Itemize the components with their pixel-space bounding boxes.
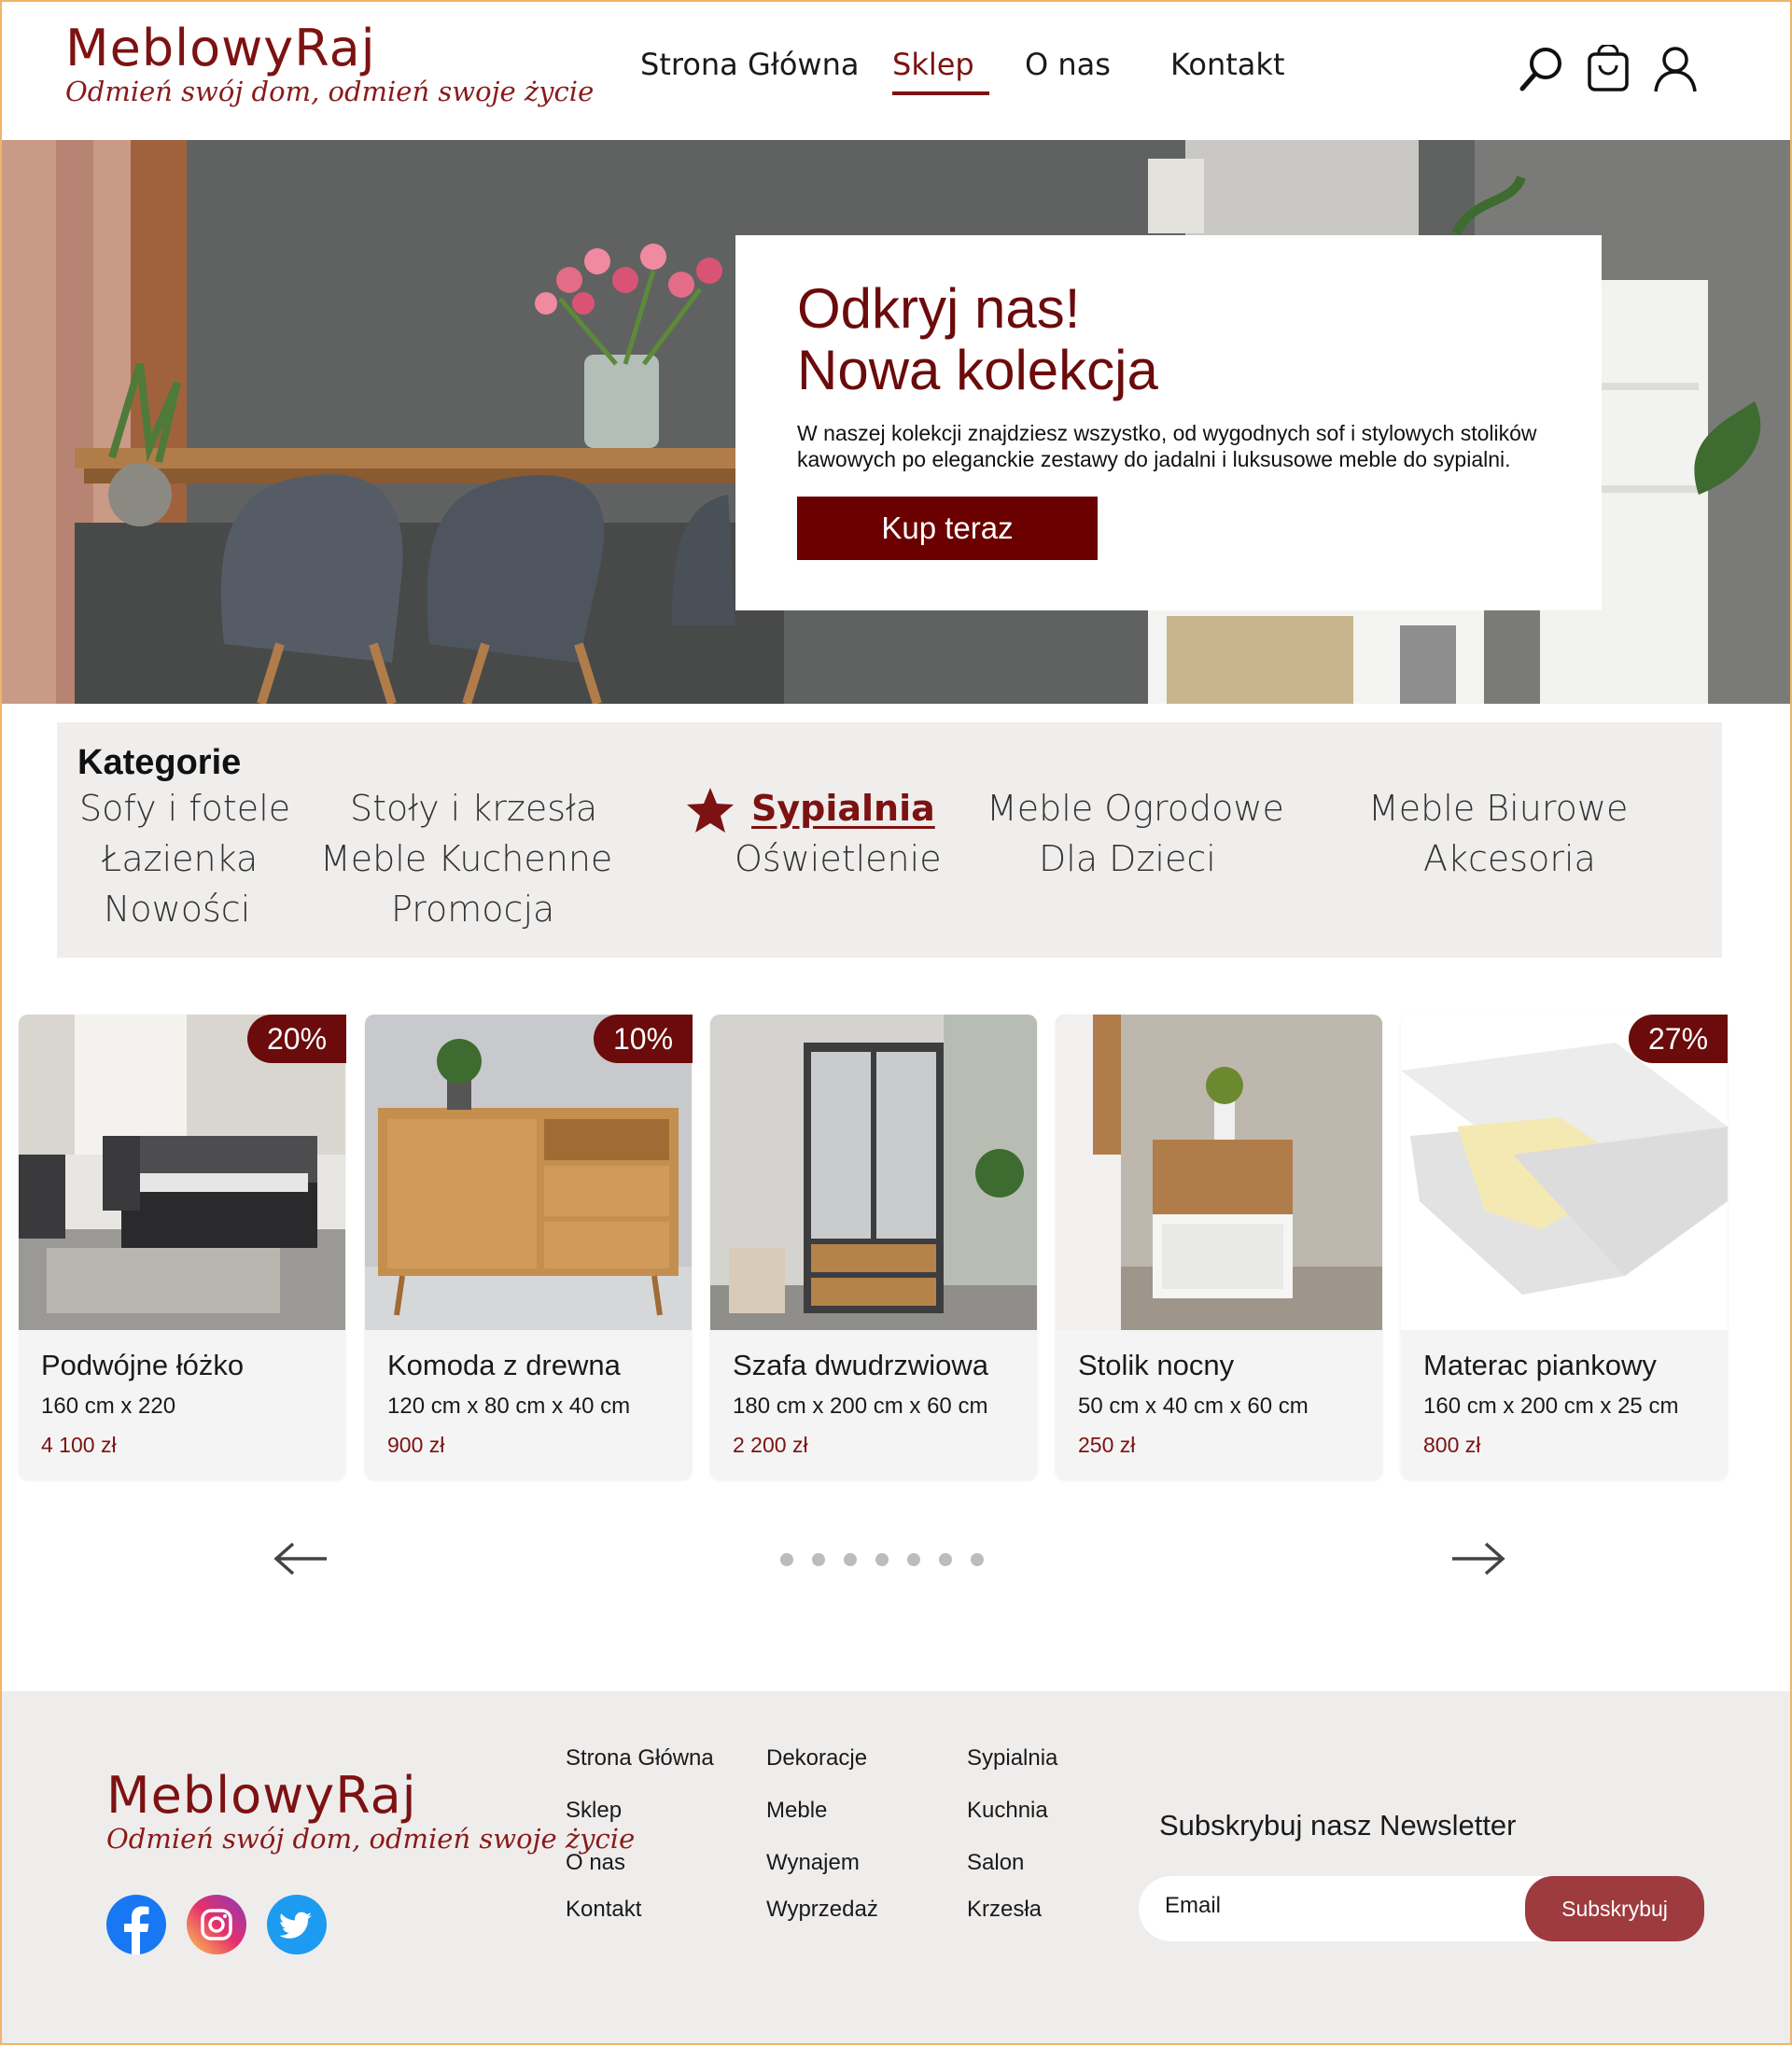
- nav-about[interactable]: O nas: [1025, 47, 1170, 90]
- footer-link-chairs[interactable]: Krzesła: [967, 1897, 1042, 1923]
- product-card-nightstand[interactable]: Stolik nocny 50 cm x 40 cm x 60 cm 250 z…: [1056, 1015, 1382, 1479]
- footer-link-rental[interactable]: Wynajem: [766, 1850, 860, 1876]
- category-kids[interactable]: Dla Dzieci: [1039, 838, 1216, 879]
- header: MeblowyRaj Odmień swój dom, odmień swoje…: [0, 0, 1792, 140]
- main-nav: Strona Główna Sklep O nas Kontakt: [640, 47, 1301, 90]
- facebook-icon[interactable]: [106, 1895, 166, 1954]
- category-bathroom[interactable]: Łazienka: [102, 838, 258, 879]
- product-price: 800 zł: [1423, 1433, 1481, 1457]
- buy-now-button[interactable]: Kup teraz: [797, 497, 1098, 560]
- categories-panel: Kategorie Sofy i fotele Stoły i krzesła …: [57, 722, 1722, 958]
- product-price: 900 zł: [387, 1433, 445, 1457]
- logo-name: MeblowyRaj: [65, 19, 376, 77]
- product-card-bed[interactable]: Podwójne łóżko 160 cm x 220 4 100 zł: [19, 1015, 345, 1479]
- nav-home[interactable]: Strona Główna: [640, 47, 892, 90]
- product-image-nightstand: [1056, 1015, 1382, 1330]
- category-kitchen[interactable]: Meble Kuchenne: [320, 838, 612, 879]
- nav-contact[interactable]: Kontakt: [1170, 47, 1301, 90]
- category-garden[interactable]: Meble Ogrodowe: [987, 788, 1284, 829]
- discount-badge: 10%: [594, 1015, 693, 1063]
- footer-link-bedroom[interactable]: Sypialnia: [967, 1745, 1057, 1772]
- category-lighting[interactable]: Oświetlenie: [735, 838, 942, 879]
- newsletter-title: Subskrybuj nasz Newsletter: [1159, 1809, 1517, 1842]
- newsletter-form: Subskrybuj: [1139, 1876, 1704, 1941]
- social-links: [106, 1895, 327, 1954]
- product-card-wardrobe[interactable]: Szafa dwudrzwiowa 180 cm x 200 cm x 60 c…: [710, 1015, 1037, 1479]
- product-name: Podwójne łóżko: [41, 1349, 245, 1381]
- footer-link-shop[interactable]: Sklep: [566, 1798, 622, 1824]
- footer-logo-name: MeblowyRaj: [106, 1766, 417, 1825]
- product-dimensions: 160 cm x 200 cm x 25 cm: [1423, 1394, 1679, 1419]
- category-bedroom[interactable]: Sypialnia: [751, 788, 935, 829]
- carousel-dot[interactable]: [812, 1553, 825, 1566]
- star-icon: [687, 788, 734, 833]
- footer-link-decorations[interactable]: Dekoracje: [766, 1745, 867, 1772]
- categories-title: Kategorie: [77, 743, 242, 782]
- footer-link-living-room[interactable]: Salon: [967, 1850, 1024, 1876]
- footer-link-about[interactable]: O nas: [566, 1850, 625, 1876]
- product-card-mattress[interactable]: Materac piankowy 160 cm x 200 cm x 25 cm…: [1401, 1015, 1728, 1479]
- category-promotion[interactable]: Promocja: [391, 889, 554, 930]
- carousel-dot[interactable]: [907, 1553, 920, 1566]
- arrow-right-icon[interactable]: [1449, 1540, 1506, 1577]
- logo-tagline: Odmień swój dom, odmień swoje życie: [65, 76, 595, 107]
- product-price: 2 200 zł: [733, 1433, 808, 1457]
- footer-link-kitchen[interactable]: Kuchnia: [967, 1798, 1048, 1824]
- product-name: Komoda z drewna: [387, 1349, 621, 1381]
- subscribe-button[interactable]: Subskrybuj: [1525, 1876, 1704, 1941]
- carousel-dot[interactable]: [939, 1553, 952, 1566]
- hero-banner: Odkryj nas! Nowa kolekcja W naszej kolek…: [0, 140, 1792, 704]
- footer-link-sale[interactable]: Wyprzedaż: [766, 1897, 878, 1923]
- carousel-dot[interactable]: [844, 1553, 857, 1566]
- nav-active-underline: [892, 91, 989, 95]
- footer: [0, 1691, 1792, 2045]
- discount-badge: 20%: [247, 1015, 346, 1063]
- category-new[interactable]: Nowości: [104, 889, 250, 930]
- product-dimensions: 160 cm x 220: [41, 1394, 176, 1419]
- carousel-dot[interactable]: [780, 1553, 793, 1566]
- search-icon[interactable]: [1518, 45, 1564, 93]
- product-price: 4 100 zł: [41, 1433, 117, 1457]
- carousel-dot[interactable]: [875, 1553, 889, 1566]
- twitter-icon[interactable]: [267, 1895, 327, 1954]
- footer-logo[interactable]: MeblowyRaj Odmień swój dom, odmień swoje…: [106, 1766, 635, 1855]
- category-sofas[interactable]: Sofy i fotele: [79, 788, 290, 829]
- footer-logo-tagline: Odmień swój dom, odmień swoje życie: [106, 1823, 636, 1855]
- footer-link-home[interactable]: Strona Główna: [566, 1745, 714, 1772]
- nav-shop[interactable]: Sklep: [892, 47, 1025, 90]
- header-icons: [1518, 43, 1699, 93]
- product-name: Stolik nocny: [1078, 1349, 1235, 1381]
- hero-title-line1: Odkryj nas!: [797, 277, 1081, 340]
- product-dimensions: 120 cm x 80 cm x 40 cm: [387, 1394, 631, 1419]
- carousel-dot[interactable]: [971, 1553, 984, 1566]
- product-price: 250 zł: [1078, 1433, 1136, 1457]
- instagram-icon[interactable]: [187, 1895, 246, 1954]
- user-icon[interactable]: [1652, 45, 1699, 93]
- category-accessories[interactable]: Akcesoria: [1423, 838, 1596, 879]
- cart-icon[interactable]: [1585, 43, 1631, 93]
- product-name: Szafa dwudrzwiowa: [733, 1349, 988, 1381]
- product-card-dresser[interactable]: Komoda z drewna 120 cm x 80 cm x 40 cm 9…: [365, 1015, 692, 1479]
- logo[interactable]: MeblowyRaj Odmień swój dom, odmień swoje…: [65, 19, 594, 107]
- hero-description: W naszej kolekcji znajdziesz wszystko, o…: [797, 421, 1537, 471]
- email-field[interactable]: [1165, 1893, 1501, 1919]
- product-image-wardrobe: [710, 1015, 1037, 1330]
- category-tables-chairs[interactable]: Stoły i krzesła: [350, 788, 597, 829]
- hero-card: Odkryj nas! Nowa kolekcja W naszej kolek…: [735, 235, 1602, 610]
- discount-badge: 27%: [1629, 1015, 1728, 1063]
- carousel-dots: [780, 1553, 984, 1566]
- hero-title-line2: Nowa kolekcja: [797, 339, 1158, 401]
- category-office[interactable]: Meble Biurowe: [1368, 788, 1628, 829]
- arrow-left-icon[interactable]: [273, 1540, 330, 1577]
- product-dimensions: 50 cm x 40 cm x 60 cm: [1078, 1394, 1309, 1419]
- footer-link-contact[interactable]: Kontakt: [566, 1897, 641, 1923]
- product-name: Materac piankowy: [1423, 1349, 1657, 1381]
- product-dimensions: 180 cm x 200 cm x 60 cm: [733, 1394, 988, 1419]
- footer-link-furniture[interactable]: Meble: [766, 1798, 827, 1824]
